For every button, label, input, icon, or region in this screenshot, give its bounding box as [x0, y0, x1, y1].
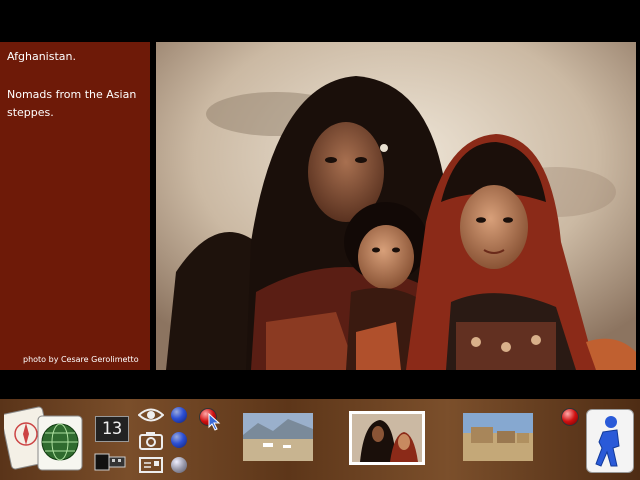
- person-icon: [595, 416, 620, 467]
- photo-credit: photo by Cesare Gerolimetto: [23, 355, 139, 364]
- film-icon[interactable]: [94, 450, 126, 472]
- nomads-photo-illustration: [156, 42, 636, 370]
- globe-icon: [37, 415, 83, 471]
- map-button[interactable]: [0, 404, 86, 474]
- camera-icon[interactable]: [139, 430, 163, 450]
- guide-button[interactable]: [586, 409, 634, 473]
- thumbnail-village[interactable]: [463, 413, 533, 461]
- thumbnail-nomads[interactable]: [349, 411, 425, 465]
- caption-panel: Afghanistan. Nomads from the Asian stepp…: [0, 42, 150, 370]
- record-right-button[interactable]: [561, 408, 579, 426]
- eye-icon[interactable]: [137, 406, 165, 424]
- camera-toggle-button[interactable]: [171, 432, 187, 448]
- main-photo: [156, 42, 636, 370]
- pointer-cursor-icon: [208, 412, 222, 431]
- postcard-icon[interactable]: [139, 456, 163, 474]
- photo-counter: 13: [95, 416, 129, 442]
- view-toggle-button[interactable]: [171, 407, 187, 423]
- postcard-toggle-button[interactable]: [171, 457, 187, 473]
- caption-title: Afghanistan.: [7, 50, 76, 63]
- thumbnail-mountain-plain[interactable]: [243, 413, 313, 461]
- caption-body: Nomads from the Asian steppes.: [7, 88, 137, 119]
